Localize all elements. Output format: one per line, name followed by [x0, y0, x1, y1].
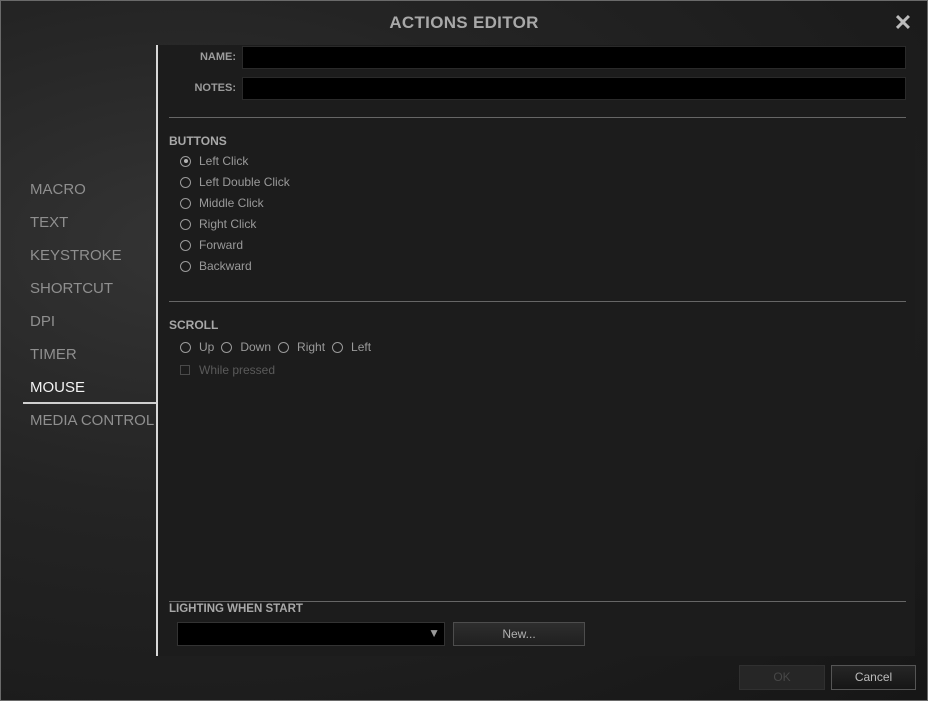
nav-item-text[interactable]: TEXT	[23, 206, 157, 239]
radio-label: Up	[199, 340, 215, 354]
radio-button[interactable]	[180, 176, 191, 188]
radio-button[interactable]	[180, 218, 191, 230]
radio-backward[interactable]: Backward	[180, 258, 252, 274]
radio-button[interactable]	[180, 341, 191, 353]
divider	[169, 117, 906, 118]
radio-button[interactable]	[180, 260, 191, 272]
radio-button[interactable]	[180, 239, 191, 251]
lighting-section-title: LIGHTING WHEN START	[169, 603, 303, 615]
window-title: ACTIONS EDITOR	[389, 13, 539, 32]
nav-item-dpi[interactable]: DPI	[23, 305, 157, 338]
notes-field[interactable]	[242, 77, 906, 100]
cancel-button[interactable]: Cancel	[831, 665, 916, 690]
radio-label: Right	[297, 340, 326, 354]
radio-label: Forward	[199, 238, 244, 252]
radio-scroll-down[interactable]: Down	[221, 340, 271, 354]
dropdown-arrow-icon[interactable]: ▼	[428, 626, 440, 640]
radio-button[interactable]	[332, 341, 344, 353]
nav-item-mouse[interactable]: MOUSE	[23, 371, 157, 404]
actions-editor-window: ACTIONS EDITOR ✕ MACRO TEXT KEYSTROKE SH…	[0, 0, 928, 701]
editor-panel: NAME: NOTES: BUTTONS Left Click Left Dou…	[156, 45, 915, 656]
radio-label: Left Double Click	[199, 175, 290, 189]
lighting-select[interactable]: ▼	[177, 622, 445, 646]
radio-left-click[interactable]: Left Click	[180, 153, 248, 169]
ok-button[interactable]: OK	[739, 665, 825, 690]
radio-scroll-up[interactable]: Up	[180, 340, 214, 354]
radio-label: Right Click	[199, 217, 257, 231]
radio-label: Left Click	[199, 154, 249, 168]
buttons-section-title: BUTTONS	[169, 134, 227, 148]
while-pressed-checkbox	[180, 365, 190, 375]
nav-item-keystroke[interactable]: KEYSTROKE	[23, 239, 157, 272]
nav-item-timer[interactable]: TIMER	[23, 338, 157, 371]
radio-label: Down	[240, 340, 272, 354]
radio-button-checked[interactable]	[180, 155, 191, 167]
scroll-section-title: SCROLL	[169, 318, 219, 332]
radio-button[interactable]	[180, 197, 191, 209]
radio-forward[interactable]: Forward	[180, 237, 243, 253]
while-pressed-label: While pressed	[199, 363, 276, 377]
radio-middle-click[interactable]: Middle Click	[180, 195, 264, 211]
nav-item-shortcut[interactable]: SHORTCUT	[23, 272, 157, 305]
new-lighting-button[interactable]: New...	[453, 622, 585, 646]
nav-item-media-control[interactable]: MEDIA CONTROL	[23, 404, 157, 437]
radio-label: Left	[351, 340, 372, 354]
radio-scroll-right[interactable]: Right	[278, 340, 325, 354]
divider	[169, 301, 906, 302]
nav-item-macro[interactable]: MACRO	[23, 173, 157, 206]
action-type-nav: MACRO TEXT KEYSTROKE SHORTCUT DPI TIMER …	[23, 173, 157, 437]
radio-button[interactable]	[278, 341, 290, 353]
scroll-options: Up Down Right Left	[180, 339, 378, 355]
name-field[interactable]	[242, 46, 906, 69]
name-label: NAME:	[199, 51, 236, 63]
divider	[169, 601, 906, 602]
radio-right-click[interactable]: Right Click	[180, 216, 256, 232]
while-pressed-option: While pressed	[180, 363, 275, 377]
radio-label: Middle Click	[199, 196, 264, 210]
radio-left-double-click[interactable]: Left Double Click	[180, 174, 290, 190]
radio-label: Backward	[199, 259, 252, 273]
notes-label: NOTES:	[194, 82, 236, 94]
radio-scroll-left[interactable]: Left	[332, 340, 371, 354]
radio-button[interactable]	[221, 341, 233, 353]
close-icon[interactable]: ✕	[893, 12, 913, 34]
